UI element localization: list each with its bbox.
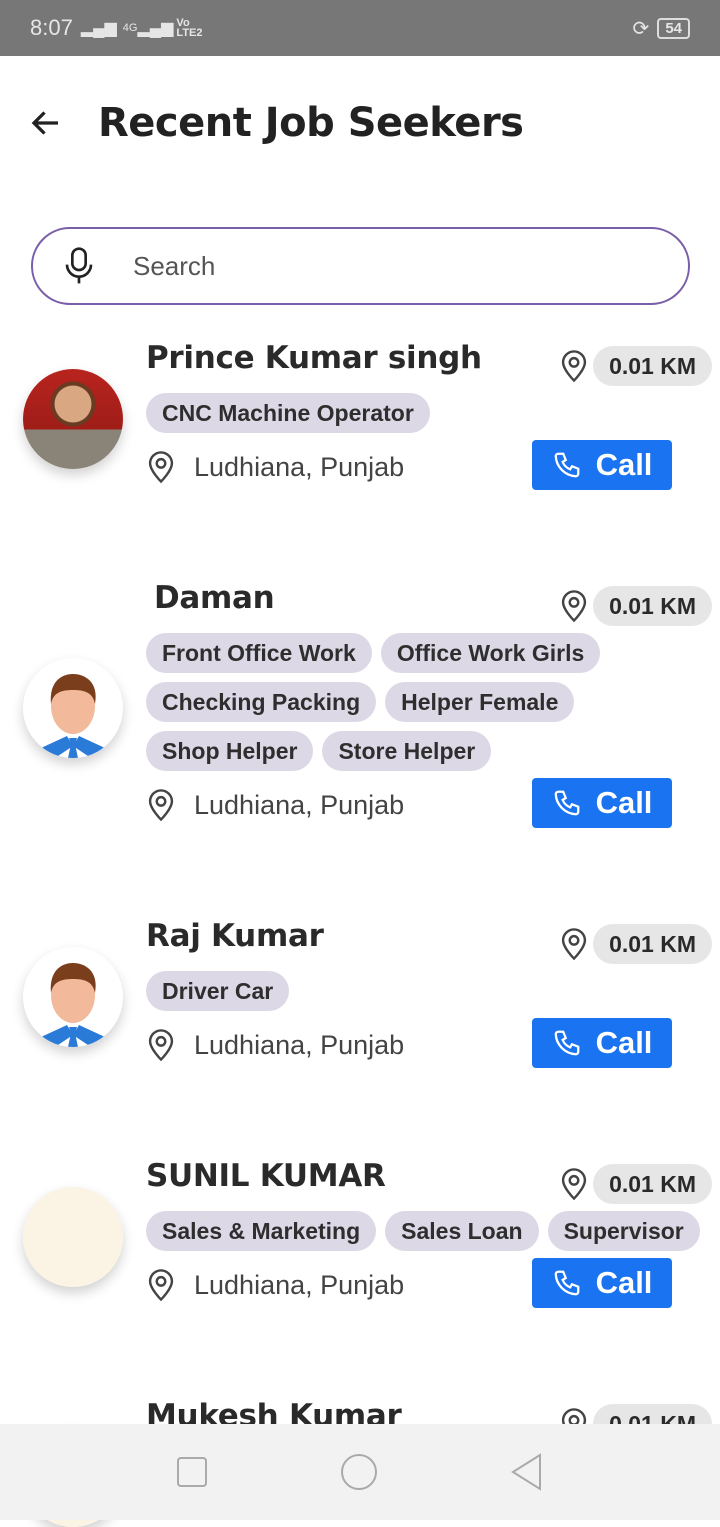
- job-seeker-card[interactable]: SUNIL KUMAR Sales & Marketing Sales Loan S…: [0, 1156, 720, 1308]
- job-tags: Sales & Marketing Sales Loan Supervisor: [146, 1211, 706, 1251]
- call-button[interactable]: Call: [532, 778, 672, 828]
- job-tag: Helper Female: [385, 682, 575, 722]
- job-tags: CNC Machine Operator: [146, 393, 706, 433]
- location-pin-icon: [561, 590, 587, 623]
- avatar[interactable]: [23, 947, 123, 1047]
- job-tag: Front Office Work: [146, 633, 372, 673]
- seeker-name[interactable]: Raj Kumar: [146, 916, 586, 956]
- job-tag: Sales & Marketing: [146, 1211, 377, 1251]
- avatar[interactable]: [23, 369, 123, 469]
- call-button[interactable]: Call: [532, 440, 672, 490]
- volte-indicator: Vo LTE2: [176, 17, 203, 39]
- location-text: Ludhiana, Punjab: [194, 1269, 405, 1300]
- search-input[interactable]: [133, 250, 613, 282]
- distance-badge: 0.01 KM: [559, 586, 712, 626]
- avatar-photo: [23, 369, 123, 469]
- default-avatar-icon: [37, 963, 109, 1047]
- job-tag: Sales Loan: [385, 1211, 539, 1251]
- search-bar[interactable]: [31, 227, 690, 305]
- location-pin-icon: [561, 1168, 587, 1201]
- distance-value: 0.01 KM: [593, 586, 712, 626]
- avatar[interactable]: [23, 1187, 123, 1287]
- app-header: Recent Job Seekers: [26, 100, 524, 146]
- location-text: Ludhiana, Punjab: [194, 451, 405, 482]
- job-tags: Driver Car: [146, 971, 706, 1011]
- seeker-name[interactable]: Prince Kumar singh: [146, 338, 586, 378]
- rotation-lock-icon: ⟳: [632, 17, 650, 40]
- job-tag: Driver Car: [146, 971, 290, 1011]
- arrow-left-icon: [31, 111, 58, 135]
- distance-value: 0.01 KM: [593, 924, 712, 964]
- location-row: Ludhiana, Punjab: [146, 785, 586, 825]
- back-button[interactable]: [26, 103, 66, 143]
- job-tag: Office Work Girls: [380, 633, 601, 673]
- location-pin-icon: [561, 928, 587, 961]
- default-avatar-icon: [37, 674, 109, 758]
- seeker-name[interactable]: Daman: [146, 578, 586, 618]
- job-seeker-card[interactable]: Daman Front Office Work Office Work Girls…: [0, 578, 720, 828]
- job-tag: CNC Machine Operator: [146, 393, 430, 433]
- seeker-name[interactable]: SUNIL KUMAR: [146, 1156, 586, 1196]
- distance-value: 0.01 KM: [593, 346, 712, 386]
- job-tag: Supervisor: [547, 1211, 700, 1251]
- phone-icon: [554, 1030, 579, 1056]
- location-row: Ludhiana, Punjab: [146, 1025, 586, 1065]
- battery-level: 54: [657, 17, 690, 39]
- avatar-placeholder: [23, 1187, 123, 1287]
- location-pin-icon: [148, 1269, 174, 1302]
- call-label: Call: [595, 785, 653, 820]
- location-pin-icon: [148, 1029, 174, 1062]
- job-tag: Checking Packing: [146, 682, 377, 722]
- page-title: Recent Job Seekers: [98, 100, 524, 146]
- location-row: Ludhiana, Punjab: [146, 1265, 586, 1305]
- phone-icon: [554, 790, 579, 816]
- job-tag: Store Helper: [322, 731, 492, 771]
- call-button[interactable]: Call: [532, 1258, 672, 1308]
- location-text: Ludhiana, Punjab: [194, 789, 405, 820]
- job-tags: Front Office Work Office Work Girls Checki…: [146, 633, 706, 771]
- location-pin-icon: [561, 350, 587, 383]
- distance-value: 0.01 KM: [593, 1164, 712, 1204]
- signal-icon: ▂▄▆: [137, 20, 174, 37]
- recent-apps-button[interactable]: [176, 1456, 208, 1488]
- phone-icon: [554, 452, 579, 478]
- location-pin-icon: [148, 451, 174, 484]
- avatar[interactable]: [23, 658, 123, 758]
- job-tag: Shop Helper: [146, 731, 314, 771]
- location-pin-icon: [148, 789, 174, 822]
- home-button[interactable]: [340, 1453, 378, 1491]
- call-label: Call: [595, 447, 653, 482]
- status-time: 8:07: [30, 15, 73, 40]
- network-type: 4G: [122, 22, 138, 34]
- phone-icon: [554, 1270, 579, 1296]
- system-nav-bar: [0, 1424, 720, 1520]
- job-seeker-card[interactable]: Raj Kumar Driver Car Ludhiana, Punjab 0.…: [0, 916, 720, 1068]
- call-label: Call: [595, 1265, 653, 1300]
- back-nav-button[interactable]: [510, 1453, 544, 1491]
- call-button[interactable]: Call: [532, 1018, 672, 1068]
- call-label: Call: [595, 1025, 653, 1060]
- distance-badge: 0.01 KM: [559, 1164, 712, 1204]
- location-row: Ludhiana, Punjab: [146, 447, 586, 487]
- status-bar: 8:07 ▂▄▆ 4G ▂▄▆ Vo LTE2 ⟳ 54: [0, 0, 720, 56]
- distance-badge: 0.01 KM: [559, 346, 712, 386]
- signal-icon: ▂▄▆: [80, 20, 117, 37]
- microphone-icon[interactable]: [63, 246, 95, 286]
- job-seeker-card[interactable]: Prince Kumar singh CNC Machine Operator …: [0, 338, 720, 490]
- location-text: Ludhiana, Punjab: [194, 1029, 405, 1060]
- distance-badge: 0.01 KM: [559, 924, 712, 964]
